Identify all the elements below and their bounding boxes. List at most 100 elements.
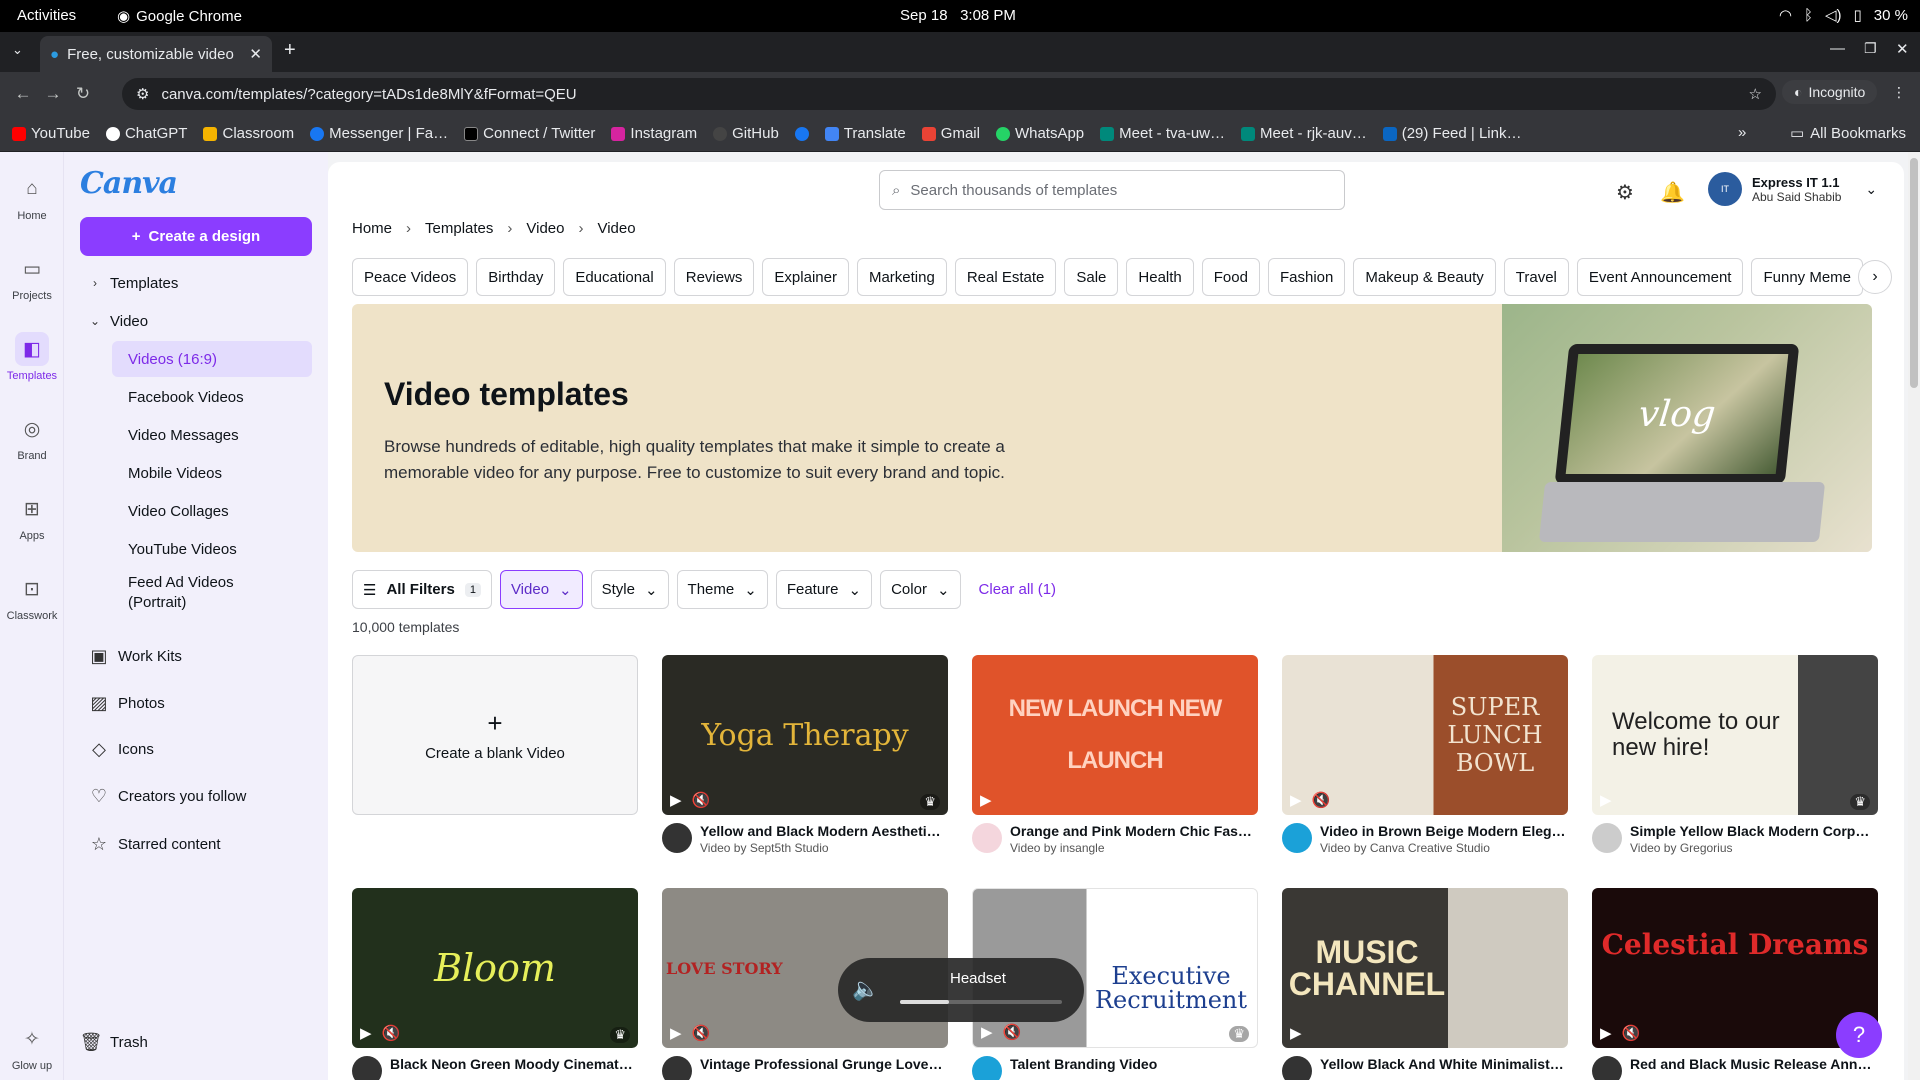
new-tab-icon[interactable]: + bbox=[284, 39, 296, 62]
activities-button[interactable]: Activities bbox=[17, 7, 76, 24]
rail-brand[interactable]: ◎ Brand bbox=[0, 412, 64, 463]
bookmark-twitter[interactable]: Connect / Twitter bbox=[464, 125, 595, 142]
chip-event-announcement[interactable]: Event Announcement bbox=[1576, 258, 1744, 296]
chip-peace-videos[interactable]: Peace Videos bbox=[352, 258, 469, 296]
all-bookmarks[interactable]: ▭ All Bookmarks bbox=[1790, 124, 1906, 143]
bookmark-linkedin[interactable]: (29) Feed | Link… bbox=[1382, 125, 1521, 142]
bookmark-gmail[interactable]: Gmail bbox=[921, 125, 980, 142]
sidebar-videos-16-9[interactable]: Videos (16:9) bbox=[112, 341, 312, 377]
play-icon[interactable]: ▶ bbox=[670, 791, 682, 809]
bookmark-facebook[interactable] bbox=[794, 126, 809, 141]
sidebar-video-collages[interactable]: Video Collages bbox=[112, 493, 312, 529]
chip-funny-meme[interactable]: Funny Meme bbox=[1751, 258, 1864, 296]
creator-avatar[interactable] bbox=[1592, 823, 1622, 853]
play-icon[interactable]: ▶ bbox=[1290, 1024, 1302, 1042]
creator-avatar[interactable] bbox=[972, 823, 1002, 853]
bookmark-classroom[interactable]: Classroom bbox=[203, 125, 294, 142]
mute-icon[interactable]: 🔇 bbox=[692, 1024, 711, 1042]
page-scrollbar[interactable] bbox=[1908, 152, 1920, 1080]
creator-avatar[interactable] bbox=[662, 1056, 692, 1080]
template-search-input[interactable]: ⌕ Search thousands of templates bbox=[879, 170, 1345, 210]
mute-icon[interactable]: 🔇 bbox=[382, 1024, 401, 1042]
creator-avatar[interactable] bbox=[1282, 823, 1312, 853]
clear-all-filters-link[interactable]: Clear all (1) bbox=[979, 581, 1057, 598]
sidebar-photos[interactable]: ▨ Photos bbox=[80, 685, 312, 721]
breadcrumb-templates[interactable]: Templates bbox=[425, 220, 493, 237]
sidebar-icons[interactable]: ◇ Icons bbox=[80, 731, 312, 767]
bookmark-youtube[interactable]: YouTube bbox=[12, 125, 90, 142]
maximize-icon[interactable]: ❐ bbox=[1864, 40, 1877, 57]
filter-color[interactable]: Color ⌄ bbox=[880, 570, 961, 609]
chip-travel[interactable]: Travel bbox=[1503, 258, 1569, 296]
tab-search-icon[interactable]: ⌄ bbox=[12, 42, 23, 58]
browser-tab[interactable]: ● Free, customizable video ✕ bbox=[40, 36, 272, 72]
creator-avatar[interactable] bbox=[972, 1056, 1002, 1080]
template-card[interactable]: Bloom ▶ 🔇 ♛ Black Neon Green Moody Cinema… bbox=[352, 888, 638, 1080]
sidebar-youtube-videos[interactable]: YouTube Videos bbox=[112, 531, 312, 567]
template-thumbnail[interactable]: SUPER LUNCH BOWL ▶ 🔇 bbox=[1282, 655, 1568, 815]
creator-avatar[interactable] bbox=[352, 1056, 382, 1080]
creator-avatar[interactable] bbox=[662, 823, 692, 853]
template-card[interactable]: Yoga Therapy ▶ 🔇 ♛ Yellow and Black Moder… bbox=[662, 655, 948, 855]
rail-classwork[interactable]: ⊡ Classwork bbox=[0, 572, 64, 623]
chip-health[interactable]: Health bbox=[1126, 258, 1194, 296]
chip-food[interactable]: Food bbox=[1201, 258, 1260, 296]
template-card[interactable]: NEW LAUNCH NEW LAUNCH ▶ Orange and Pink … bbox=[972, 655, 1258, 855]
play-icon[interactable]: ▶ bbox=[1600, 1024, 1612, 1042]
help-button[interactable]: ? bbox=[1836, 1012, 1882, 1058]
sidebar-facebook-videos[interactable]: Facebook Videos bbox=[112, 379, 312, 415]
browser-menu-icon[interactable]: ⋮ bbox=[1892, 84, 1906, 101]
back-icon[interactable]: ← bbox=[8, 84, 38, 104]
chip-makeup-beauty[interactable]: Makeup & Beauty bbox=[1353, 258, 1496, 296]
play-icon[interactable]: ▶ bbox=[360, 1024, 372, 1042]
system-tray[interactable]: ◠ ᛒ ◁) ▯ 30 % bbox=[1779, 6, 1908, 25]
template-card[interactable]: Celestial Dreams ▶ 🔇 Red and Black Music … bbox=[1592, 888, 1878, 1080]
creator-avatar[interactable] bbox=[1282, 1056, 1312, 1080]
all-filters-button[interactable]: ☰ All Filters 1 bbox=[352, 570, 492, 609]
sidebar-feed-ad-videos[interactable]: Feed Ad Videos (Portrait) bbox=[112, 571, 272, 615]
sidebar-starred[interactable]: ☆ Starred content bbox=[80, 826, 312, 862]
reload-icon[interactable]: ↻ bbox=[68, 84, 98, 104]
creator-avatar[interactable] bbox=[1592, 1056, 1622, 1080]
sidebar-templates[interactable]: › Templates bbox=[80, 265, 312, 301]
mute-icon[interactable]: 🔇 bbox=[1003, 1023, 1022, 1041]
rail-glow-up[interactable]: ✧ Glow up bbox=[0, 1022, 64, 1073]
filter-style[interactable]: Style ⌄ bbox=[590, 570, 669, 609]
account-switcher[interactable]: IT Express IT 1.1 Abu Said Shabib ⌄ bbox=[1708, 172, 1877, 206]
bookmark-messenger[interactable]: Messenger | Fa… bbox=[310, 125, 448, 142]
rail-templates[interactable]: ◧ Templates bbox=[0, 332, 64, 382]
sidebar-creators[interactable]: ♡ Creators you follow bbox=[80, 778, 312, 814]
sidebar-trash[interactable]: 🗑 Trash bbox=[72, 1024, 304, 1060]
template-thumbnail[interactable]: Welcome to our new hire! ▶ ♛ bbox=[1592, 655, 1878, 815]
close-tab-icon[interactable]: ✕ bbox=[249, 45, 262, 63]
chips-next-button[interactable]: › bbox=[1858, 260, 1892, 294]
bookmark-chatgpt[interactable]: ChatGPT bbox=[105, 125, 187, 142]
forward-icon[interactable]: → bbox=[38, 84, 68, 104]
template-thumbnail[interactable]: NEW LAUNCH NEW LAUNCH ▶ bbox=[972, 655, 1258, 815]
create-design-button[interactable]: + Create a design bbox=[80, 217, 312, 256]
filter-video[interactable]: Video ⌄ bbox=[499, 570, 583, 609]
play-icon[interactable]: ▶ bbox=[1290, 791, 1302, 809]
chip-educational[interactable]: Educational bbox=[563, 258, 666, 296]
settings-icon[interactable]: ⚙ bbox=[1616, 180, 1634, 205]
sidebar-video[interactable]: ⌄ Video bbox=[80, 303, 312, 339]
template-card[interactable]: MUSIC CHANNEL ▶ Yellow Black And White M… bbox=[1282, 888, 1568, 1080]
template-thumbnail[interactable]: MUSIC CHANNEL ▶ bbox=[1282, 888, 1568, 1048]
chip-marketing[interactable]: Marketing bbox=[856, 258, 947, 296]
play-icon[interactable]: ▶ bbox=[980, 791, 992, 809]
canva-logo[interactable]: Canva bbox=[80, 166, 178, 201]
minimize-icon[interactable]: — bbox=[1830, 40, 1845, 57]
breadcrumb-home[interactable]: Home bbox=[352, 220, 392, 237]
play-icon[interactable]: ▶ bbox=[981, 1023, 993, 1041]
sidebar-work-kits[interactable]: ▣ Work Kits bbox=[80, 638, 312, 674]
sidebar-mobile-videos[interactable]: Mobile Videos bbox=[112, 455, 312, 491]
template-card[interactable]: SUPER LUNCH BOWL ▶ 🔇 Video in Brown Beige… bbox=[1282, 655, 1568, 855]
chip-real-estate[interactable]: Real Estate bbox=[954, 258, 1057, 296]
close-window-icon[interactable]: ✕ bbox=[1896, 40, 1909, 58]
play-icon[interactable]: ▶ bbox=[670, 1024, 682, 1042]
app-menu[interactable]: ◉ Google Chrome bbox=[117, 7, 242, 26]
filter-theme[interactable]: Theme ⌄ bbox=[676, 570, 768, 609]
bookmark-meet-2[interactable]: Meet - rjk-auv… bbox=[1241, 125, 1367, 142]
more-bookmarks-icon[interactable]: » bbox=[1738, 124, 1746, 141]
chip-explainer[interactable]: Explainer bbox=[762, 258, 849, 296]
